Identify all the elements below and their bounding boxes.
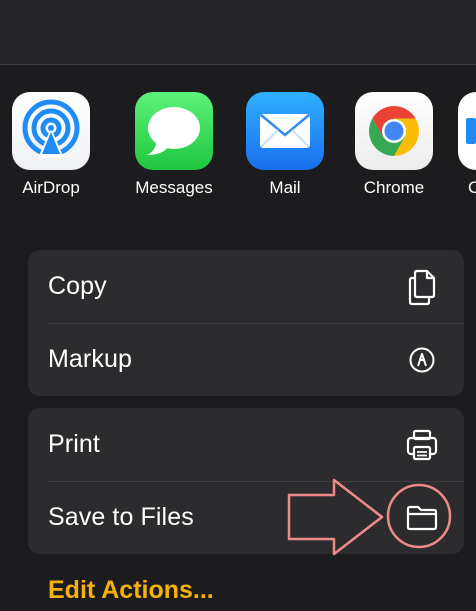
app-label-mail: Mail: [269, 178, 301, 197]
app-messages[interactable]: Messages: [131, 92, 217, 198]
app-label-chrome: Chrome: [363, 178, 425, 197]
print-label: Print: [48, 430, 100, 458]
share-sheet-header: [0, 0, 476, 64]
print-action[interactable]: Print: [28, 408, 464, 481]
edit-actions-link[interactable]: Edit Actions...: [48, 576, 214, 605]
copy-action[interactable]: Copy: [28, 250, 464, 323]
save-to-files-label: Save to Files: [48, 503, 194, 531]
app-partial[interactable]: C: [458, 92, 476, 198]
messages-icon: [135, 92, 213, 170]
mail-icon: [246, 92, 324, 170]
app-mail[interactable]: Mail: [242, 92, 328, 198]
markup-icon: [402, 340, 442, 380]
app-label-airdrop: AirDrop: [22, 178, 80, 197]
app-chrome[interactable]: Chrome: [351, 92, 437, 198]
app-label-messages: Messages: [135, 178, 213, 197]
action-group-2: Print Save to Files: [28, 408, 464, 554]
folder-icon: [402, 498, 442, 538]
markup-action[interactable]: Markup: [28, 323, 464, 396]
copy-label: Copy: [48, 272, 107, 300]
save-to-files-action[interactable]: Save to Files: [28, 481, 464, 554]
app-label-partial: C: [468, 178, 476, 197]
partial-app-icon: [458, 92, 476, 170]
markup-label: Markup: [48, 345, 132, 373]
chrome-icon: [355, 92, 433, 170]
header-divider: [0, 64, 476, 65]
app-airdrop[interactable]: AirDrop: [8, 92, 94, 198]
action-group-1: Copy Markup: [28, 250, 464, 396]
print-icon: [402, 425, 442, 465]
share-sheet: AirDrop Messages Mail Chrome C Copy Mark…: [0, 0, 476, 611]
airdrop-icon: [12, 92, 90, 170]
copy-icon: [402, 267, 442, 307]
